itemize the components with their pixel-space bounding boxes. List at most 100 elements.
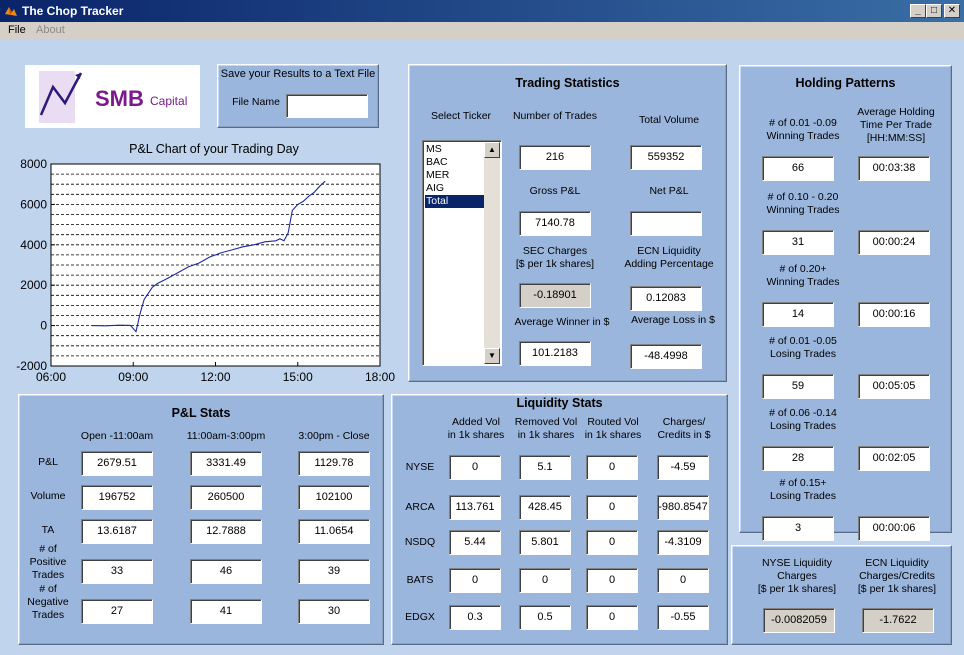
liquidity-cell: 5.44 xyxy=(449,530,501,555)
holding-time-value: 00:02:05 xyxy=(858,446,930,471)
holding-time-value: 00:03:38 xyxy=(858,156,930,181)
liquidity-cell: 0 xyxy=(449,568,501,593)
nyse-liquidity-label-line2: Charges xyxy=(777,570,817,582)
liquidity-cell: -980.8547 xyxy=(657,495,709,520)
menu-file[interactable]: File xyxy=(8,24,26,36)
pnl-stats-cell: 39 xyxy=(298,559,370,584)
ecn-liquidity-label-line1: ECN Liquidity xyxy=(865,557,929,569)
ecn-adding-value: 0.12083 xyxy=(630,286,702,311)
holding-time-value: 00:00:16 xyxy=(858,302,930,327)
liquidity-row-label: ARCA xyxy=(405,501,435,513)
chart-y-tick-label: 8000 xyxy=(20,157,47,171)
liquidity-cell: 0 xyxy=(657,568,709,593)
liquidity-cell: 0 xyxy=(586,455,638,480)
sec-charges-label: SEC Charges [$ per 1k shares] xyxy=(501,245,609,271)
matlab-icon xyxy=(5,7,17,16)
ticker-item-mer[interactable]: MER xyxy=(425,169,485,182)
liquidity-col-header: Charges/Credits in $ xyxy=(643,416,725,442)
holding-row-label-line1: # of 0.10 - 0.20 xyxy=(767,191,839,203)
close-button[interactable]: ✕ xyxy=(944,4,960,18)
maximize-button[interactable]: □ xyxy=(926,4,942,18)
holding-row-label: # of 0.10 - 0.20 Winning Trades xyxy=(744,191,862,217)
pnl-stats-row-label: TA xyxy=(41,524,55,536)
window-title: The Chop Tracker xyxy=(22,4,124,18)
file-name-input[interactable] xyxy=(286,94,368,118)
nyse-liquidity-label-line3: [$ per 1k shares] xyxy=(757,583,837,595)
chart-y-tick-label: 6000 xyxy=(20,197,47,211)
liquidity-cell: 5.801 xyxy=(519,530,571,555)
liquidity-cell: -4.3109 xyxy=(657,530,709,555)
chart-title: P&L Chart of your Trading Day xyxy=(129,142,300,156)
scroll-up-icon[interactable]: ▲ xyxy=(484,142,500,158)
pnl-stats-row-label: P&L xyxy=(38,456,58,468)
minimize-button[interactable]: _ xyxy=(910,4,926,18)
menu-bar: File About xyxy=(0,22,964,40)
holding-row-label-line1: # of 0.01 -0.09 xyxy=(769,117,837,129)
pnl-stats-row-label: # of Positive Trades xyxy=(23,543,73,582)
ecn-adding-label-line1: ECN Liquidity xyxy=(637,245,701,257)
ticker-item-aig[interactable]: AIG xyxy=(425,182,485,195)
trading-statistics-panel: Trading Statistics Select Ticker Number … xyxy=(408,64,727,382)
pnl-stats-cell: 260500 xyxy=(190,485,262,510)
holding-count-value: 3 xyxy=(762,516,834,541)
liquidity-stats-title: Liquidity Stats xyxy=(516,396,603,410)
ticker-item-bac[interactable]: BAC xyxy=(425,156,485,169)
pnl-stats-cell: 102100 xyxy=(298,485,370,510)
holding-row-label: # of 0.01 -0.09 Winning Trades xyxy=(744,117,862,143)
liquidity-cell: 0 xyxy=(519,568,571,593)
pnl-stats-row-label-line: # of xyxy=(39,583,57,595)
pnl-stats-cell: 27 xyxy=(81,599,153,624)
ticker-scrollbar[interactable]: ▲ ▼ xyxy=(484,142,500,364)
liquidity-cell: -0.55 xyxy=(657,605,709,630)
pnl-stats-title: P&L Stats xyxy=(171,406,231,420)
liquidity-cell: -4.59 xyxy=(657,455,709,480)
pnl-stats-col-header: 11:00am-3:00pm xyxy=(186,430,266,442)
liquidity-col-header-line: Charges/ xyxy=(662,416,706,428)
ticker-item-ms[interactable]: MS xyxy=(425,143,485,156)
ecn-liquidity-label: ECN Liquidity Charges/Credits [$ per 1k … xyxy=(852,557,942,596)
chart-plot-area xyxy=(50,163,381,367)
net-pnl-value xyxy=(630,211,702,236)
pnl-stats-col-header: 3:00pm - Close xyxy=(298,430,370,442)
pnl-stats-cell: 11.0654 xyxy=(298,519,370,544)
ecn-adding-label-line2: Adding Percentage xyxy=(624,258,714,270)
liquidity-cell: 0 xyxy=(449,455,501,480)
total-volume-value: 559352 xyxy=(630,145,702,170)
file-name-label: File Name xyxy=(232,96,280,108)
liquidity-cell: 0 xyxy=(586,530,638,555)
holding-row-label: # of 0.01 -0.05 Losing Trades xyxy=(744,335,862,361)
pnl-stats-cell: 13.6187 xyxy=(81,519,153,544)
holding-row-label: # of 0.20+ Winning Trades xyxy=(744,263,862,289)
liquidity-row-label: NYSE xyxy=(405,461,435,473)
ticker-listbox[interactable]: MS BAC MER AIG Total ▲ ▼ xyxy=(422,140,502,366)
sec-charges-label-line1: SEC Charges xyxy=(522,245,588,257)
sec-charges-value: -0.18901 xyxy=(519,283,591,308)
ecn-liquidity-label-line2: Charges/Credits xyxy=(859,570,935,582)
holding-time-value: 00:00:06 xyxy=(858,516,930,541)
average-winner-value: 101.2183 xyxy=(519,341,591,366)
holding-time-value: 00:05:05 xyxy=(858,374,930,399)
pnl-stats-cell: 3331.49 xyxy=(190,451,262,476)
select-ticker-label: Select Ticker xyxy=(430,110,492,122)
pnl-stats-row-label: Volume xyxy=(30,490,66,502)
pnl-stats-cell: 1129.78 xyxy=(298,451,370,476)
menu-about[interactable]: About xyxy=(36,24,65,36)
holding-row-label-line2: Winning Trades xyxy=(766,204,840,216)
pnl-stats-row-label-line: Positive xyxy=(29,556,67,568)
holding-row-label-line1: # of 0.15+ xyxy=(779,477,827,489)
pnl-stats-cell: 46 xyxy=(190,559,262,584)
chart-x-tick-label: 15:00 xyxy=(283,370,313,384)
ecn-liquidity-label-line3: [$ per 1k shares] xyxy=(857,583,937,595)
chart-y-tick-label: 2000 xyxy=(20,278,47,292)
holding-patterns-panel: Holding Patterns Average Holding Time Pe… xyxy=(739,65,952,541)
save-results-panel: Save your Results to a Text File File Na… xyxy=(217,64,379,128)
trading-statistics-title: Trading Statistics xyxy=(515,76,620,90)
liquidity-cell: 0.3 xyxy=(449,605,501,630)
pnl-stats-row-label-line: Trades xyxy=(31,569,65,581)
holding-row-label-line2: Losing Trades xyxy=(770,420,836,432)
ticker-item-total[interactable]: Total xyxy=(425,195,485,208)
scroll-down-icon[interactable]: ▼ xyxy=(484,348,500,364)
liquidity-cell: 0 xyxy=(586,568,638,593)
holding-row-label-line1: # of 0.20+ xyxy=(779,263,827,275)
logo-text-capital: Capital xyxy=(150,94,187,108)
